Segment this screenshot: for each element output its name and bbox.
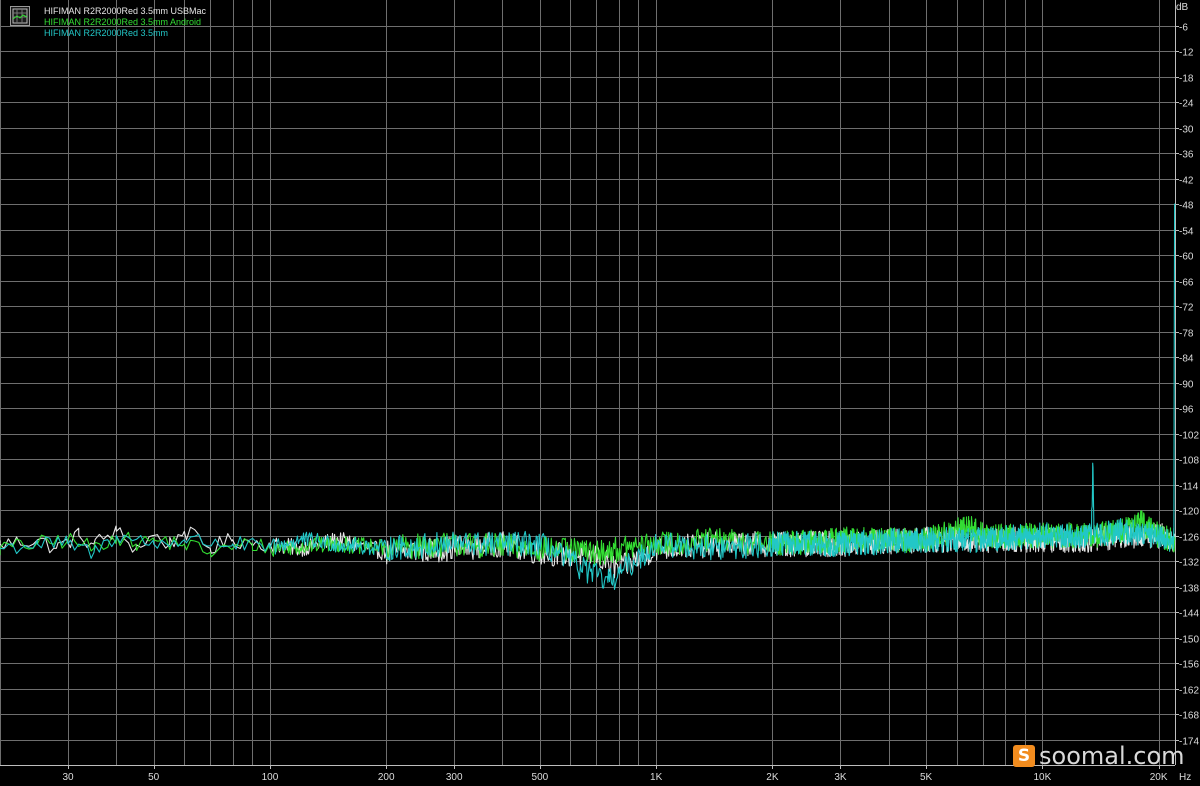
y-tick-label: -126	[1179, 533, 1199, 544]
x-tick-label: 100	[262, 772, 279, 783]
y-tick-label: -60	[1179, 252, 1194, 263]
grid-lines	[0, 0, 1176, 766]
y-tick-label: -48	[1179, 201, 1194, 212]
x-tick-label: 30	[62, 772, 74, 783]
series-lines	[0, 203, 1176, 590]
legend-entry-usbmac: HIFIMAN R2R2000Red 3.5mm USBMac	[44, 6, 207, 16]
y-tick-label: -162	[1179, 686, 1199, 697]
y-tick-label: -90	[1179, 380, 1194, 391]
y-axis-ticks: -6 -12 -18 -24 -30 -36 -42 -48 -54 -60 -66 -72 -78 -8…	[1175, 23, 1199, 748]
y-tick-label: -6	[1179, 23, 1188, 34]
y-tick-label: -36	[1179, 150, 1194, 161]
y-tick-label: -78	[1179, 329, 1194, 340]
spectrum-plot: 30 50 100 200 300 500 1K 2K 3K 5K 10K 20K -6-12-18-…	[0, 0, 1199, 783]
y-tick-label: -72	[1179, 303, 1194, 314]
series-line-2	[0, 510, 1176, 566]
x-tick-label: 2K	[766, 772, 779, 783]
y-tick-label: -24	[1179, 99, 1194, 110]
legend-entry-android: HIFIMAN R2R2000Red 3.5mm Android	[44, 17, 202, 27]
y-tick-label: -18	[1179, 74, 1194, 85]
y-tick-label: -102	[1179, 431, 1199, 442]
x-axis-unit-label: Hz	[1179, 772, 1191, 783]
y-tick-label: -150	[1179, 635, 1199, 646]
y-tick-label: -168	[1179, 711, 1199, 722]
x-tick-label: 1K	[650, 772, 663, 783]
soomal-logo-icon: S	[1013, 745, 1035, 767]
y-tick-label: -12	[1179, 48, 1194, 59]
y-tick-label: -30	[1179, 125, 1194, 136]
x-tick-label: 50	[148, 772, 160, 783]
legend-entry-3-5mm: HIFIMAN R2R2000Red 3.5mm	[44, 28, 169, 38]
x-tick-label: 500	[532, 772, 549, 783]
y-tick-label: -120	[1179, 507, 1199, 518]
x-tick-label: 3K	[834, 772, 847, 783]
y-tick-label: -108	[1179, 456, 1199, 467]
y-tick-label: -156	[1179, 660, 1199, 671]
y-tick-label: -144	[1179, 609, 1199, 620]
x-tick-label: 5K	[920, 772, 933, 783]
y-tick-label: -84	[1179, 354, 1194, 365]
y-tick-label: -132	[1179, 558, 1199, 569]
y-axis-unit-label: dB	[1176, 2, 1189, 13]
y-tick-label: -96	[1179, 405, 1194, 416]
watermark-text: soomal.com	[1039, 742, 1185, 770]
y-tick-label: -114	[1179, 482, 1199, 493]
chart-icon	[10, 6, 30, 26]
x-tick-label: 10K	[1033, 772, 1051, 783]
x-tick-label: 200	[378, 772, 395, 783]
x-axis-ticks: 30 50 100 200 300 500 1K 2K 3K 5K 10K 20K	[62, 765, 1168, 783]
x-tick-label: 20K	[1150, 772, 1168, 783]
y-tick-label: -42	[1179, 176, 1194, 187]
x-tick-label: 300	[446, 772, 463, 783]
y-tick-label: -54	[1179, 227, 1194, 238]
y-tick-label: -138	[1179, 584, 1199, 595]
y-tick-label: -66	[1179, 278, 1194, 289]
